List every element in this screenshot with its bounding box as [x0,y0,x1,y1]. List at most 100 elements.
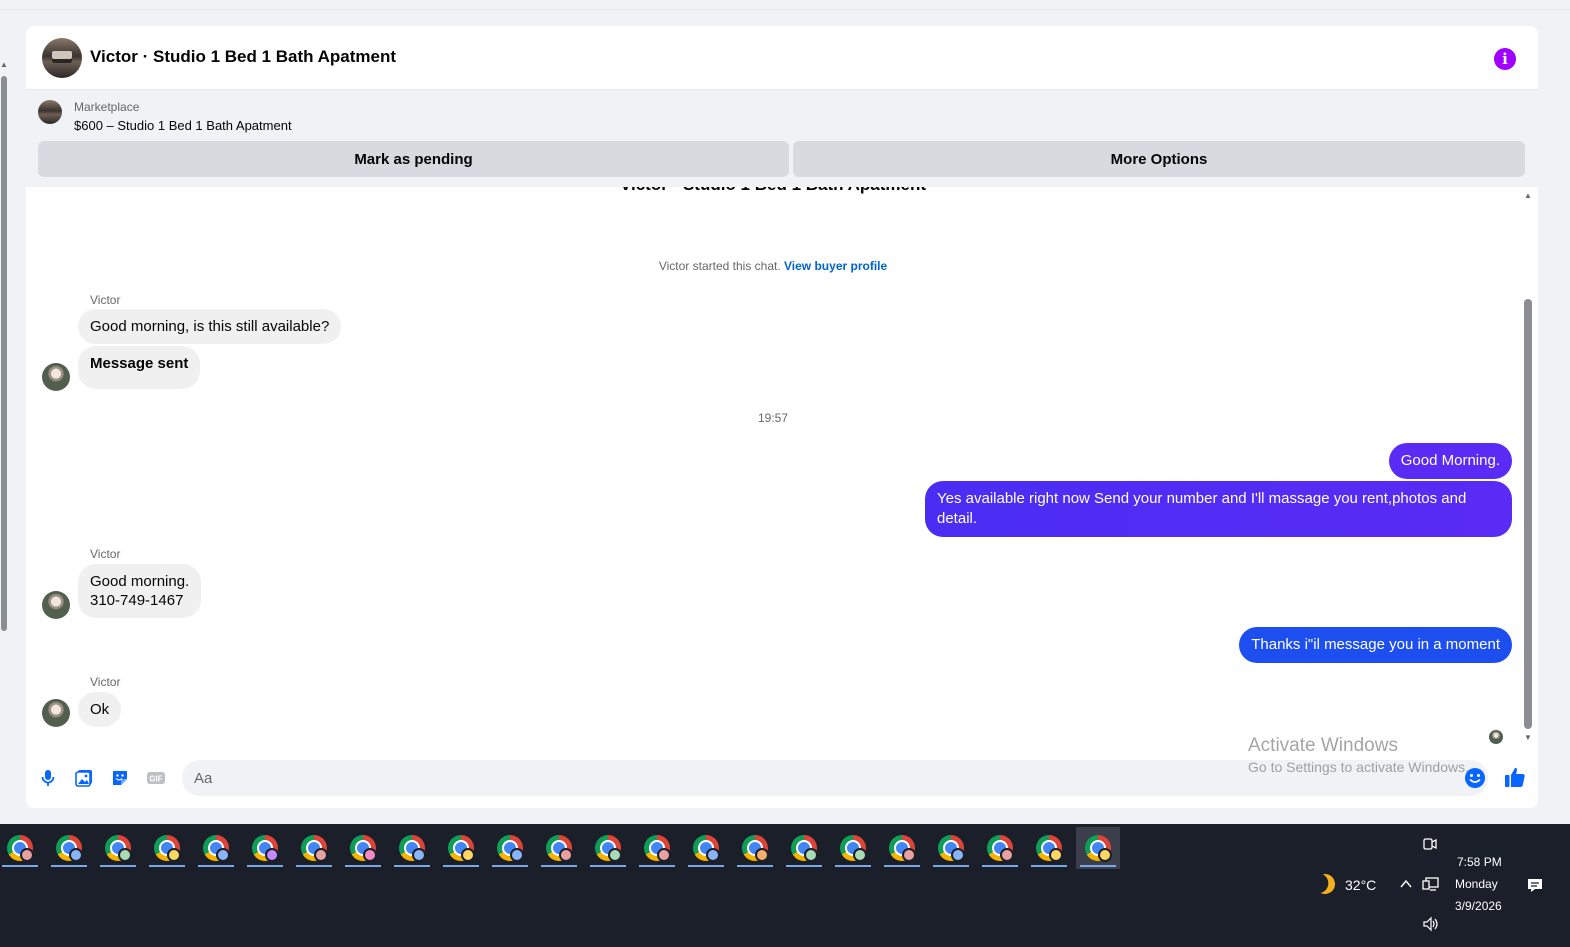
taskbar-chrome-window[interactable] [1027,827,1071,869]
taskbar-chrome-window[interactable] [194,827,238,869]
chat-header: Victor · Studio 1 Bed 1 Bath Apatment i [26,26,1538,90]
taskbar-chrome-window[interactable] [733,827,777,869]
taskbar-chrome-window[interactable] [439,827,483,869]
taskbar-chrome-window[interactable] [341,827,385,869]
taskbar-chrome-window[interactable] [0,827,42,869]
profile-badge-icon [118,848,132,862]
message-bubble-outgoing[interactable]: Good Morning. [1388,443,1512,479]
message-bubble-incoming[interactable]: Good morning. 310-749-1467 [78,564,202,618]
message-bubble-incoming[interactable]: Ok [78,692,122,727]
taskbar-chrome-window[interactable] [47,827,91,869]
profile-badge-icon [20,848,34,862]
taskbar-chrome-window[interactable] [537,827,581,869]
info-icon[interactable]: i [1494,48,1516,70]
message-bubble-outgoing[interactable]: Yes available right now Send your number… [925,481,1512,537]
profile-badge-icon [265,848,279,862]
profile-badge-icon [412,848,426,862]
taskbar-chrome-window[interactable] [635,827,679,869]
weather-moon-icon[interactable] [1312,871,1338,897]
volume-icon[interactable] [1422,916,1440,932]
phone-number-line: 310-749-1467 [90,592,184,609]
taskbar-chrome-window[interactable] [1076,827,1120,869]
taskbar-chrome-window[interactable] [390,827,434,869]
listing-price-title[interactable]: $600 – Studio 1 Bed 1 Bath Apatment [74,118,292,133]
windows-taskbar: 32°C 7:58 PM Monday 3/9/2026 [0,824,1570,947]
clock-day[interactable]: Monday [1455,877,1498,891]
profile-badge-icon [461,848,475,862]
clock-time[interactable]: 7:58 PM [1457,855,1502,869]
profile-badge-icon [608,848,622,862]
running-indicator [149,865,185,867]
running-indicator [1080,865,1116,867]
listing-avatar[interactable] [42,38,82,78]
taskbar-chrome-window[interactable] [292,827,336,869]
profile-badge-icon [1000,848,1014,862]
chat-title[interactable]: Victor · Studio 1 Bed 1 Bath Apatment [90,47,396,67]
profile-badge-icon [559,848,573,862]
taskbar-chrome-window[interactable] [831,827,875,869]
message-bubble-incoming[interactable]: Message sent [78,346,201,389]
gif-icon[interactable]: GIF [146,768,166,788]
message-input[interactable] [194,760,1434,796]
chevron-up-icon[interactable] [1399,878,1413,890]
sender-name: Victor [90,293,121,307]
running-indicator [541,865,577,867]
sender-avatar[interactable] [42,591,70,619]
meet-now-icon[interactable] [1422,836,1438,852]
running-indicator [1031,865,1067,867]
notifications-icon[interactable] [1526,876,1544,894]
listing-thumbnail[interactable] [38,100,62,124]
message-bubble-incoming[interactable]: Good morning, is this still available? [78,309,342,344]
page-scrollbar[interactable]: ▲ [0,60,8,820]
microphone-icon[interactable] [38,768,58,788]
running-indicator [492,865,528,867]
thread-scrollbar[interactable]: ▲ ▼ [1522,187,1534,752]
sender-name: Victor [90,547,121,561]
more-options-button[interactable]: More Options [793,141,1525,177]
taskbar-chrome-window[interactable] [782,827,826,869]
running-indicator [737,865,773,867]
message-bubble-outgoing[interactable]: Thanks i"il message you in a moment [1239,627,1512,663]
taskbar-chrome-window[interactable] [488,827,532,869]
profile-badge-icon [804,848,818,862]
message-timestamp: 19:57 [757,411,789,425]
taskbar-chrome-window[interactable] [586,827,630,869]
running-indicator [51,865,87,867]
sender-avatar[interactable] [42,363,70,391]
taskbar-chrome-window[interactable] [96,827,140,869]
profile-badge-icon [657,848,671,862]
like-icon[interactable] [1504,766,1526,788]
chat-window: Victor · Studio 1 Bed 1 Bath Apatment i … [26,26,1538,808]
taskbar-chrome-window[interactable] [243,827,287,869]
page-scrollbar-thumb[interactable] [1,76,7,631]
photo-icon[interactable] [74,768,94,788]
sender-avatar[interactable] [42,699,70,727]
clock-date[interactable]: 3/9/2026 [1455,899,1502,913]
taskbar-chrome-window[interactable] [145,827,189,869]
message-thread[interactable]: Victor · Studio 1 Bed 1 Bath Apatment Vi… [26,187,1538,752]
thread-scrollbar-thumb[interactable] [1524,299,1532,729]
weather-temperature[interactable]: 32°C [1345,877,1376,893]
sticker-icon[interactable] [110,768,130,788]
thread-scroll-up-icon[interactable]: ▲ [1522,191,1534,200]
emoji-icon[interactable] [1464,767,1486,789]
profile-badge-icon [314,848,328,862]
taskbar-chrome-window[interactable] [978,827,1022,869]
profile-badge-icon [69,848,83,862]
profile-badge-icon [1049,848,1063,862]
message-input-wrapper[interactable] [182,760,1488,796]
running-indicator [688,865,724,867]
running-indicator [345,865,381,867]
taskbar-chrome-window[interactable] [929,827,973,869]
view-buyer-profile-link[interactable]: View buyer profile [784,259,887,273]
thread-scroll-down-icon[interactable]: ▼ [1522,733,1534,742]
running-indicator [786,865,822,867]
network-icon[interactable] [1422,876,1440,892]
scroll-up-arrow-icon[interactable]: ▲ [0,60,8,69]
running-indicator [835,865,871,867]
taskbar-chrome-window[interactable] [684,827,728,869]
taskbar-chrome-window[interactable] [880,827,924,869]
running-indicator [639,865,675,867]
mark-as-pending-button[interactable]: Mark as pending [38,141,789,177]
running-indicator [394,865,430,867]
